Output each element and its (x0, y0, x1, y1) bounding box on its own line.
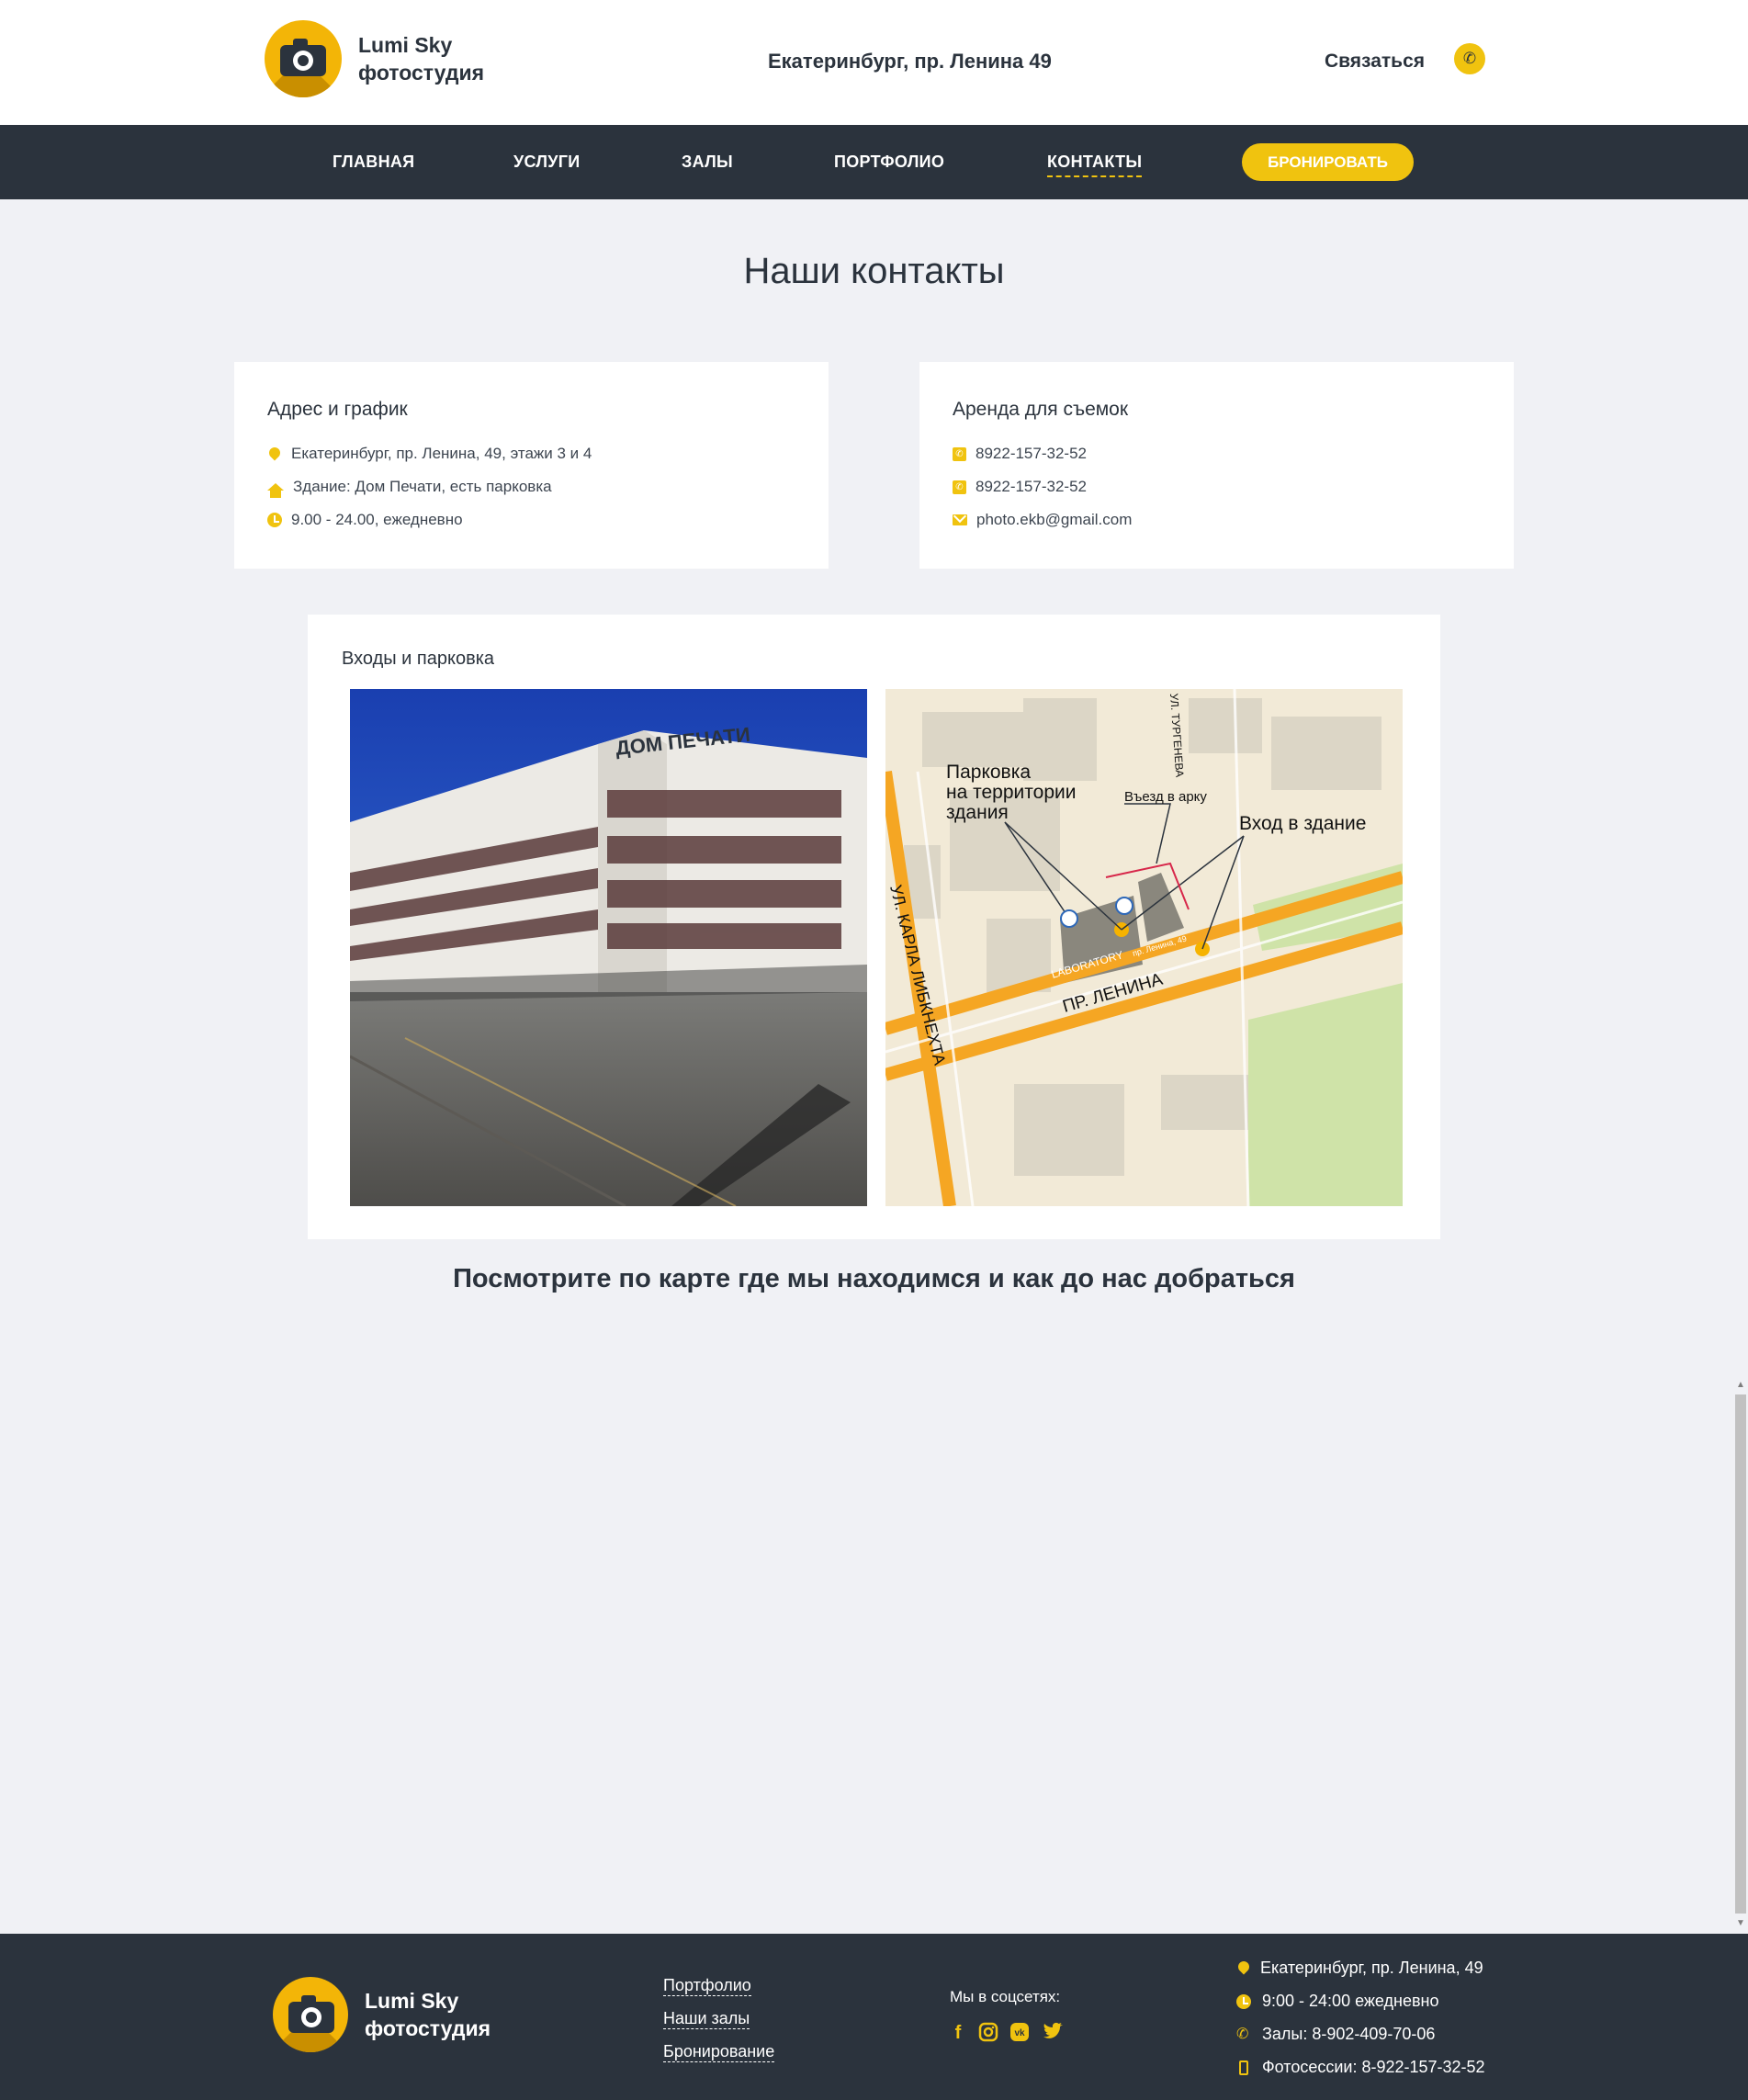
camera-logo-icon (265, 20, 342, 97)
address-row: Екатеринбург, пр. Ленина, 49, этажи 3 и … (266, 445, 592, 463)
building-row: Здание: Дом Печати, есть парковка (267, 478, 552, 498)
map-entrance-label: Вход в здание (1239, 813, 1366, 834)
logo-title: Lumi Sky (358, 33, 453, 57)
rent-email-row[interactable]: photo.ekb@gmail.com (953, 511, 1132, 529)
map-parking-label-1: Парковка (946, 762, 1031, 783)
entrances-title: Входы и парковка (342, 649, 495, 669)
footer-logo-title: Lumi Sky (365, 1989, 459, 2013)
map-arch-label: Въезд в арку (1124, 789, 1207, 805)
site-footer: Lumi Sky фотостудия Портфолио Наши залы … (0, 1934, 1748, 2100)
camera-logo-icon (273, 1977, 348, 2052)
map-pin-icon (1235, 1959, 1252, 1975)
nav-item-contacts[interactable]: КОНТАКТЫ (1047, 152, 1143, 177)
parking-map: Парковка на территории здания Въезд в ар… (885, 689, 1403, 1206)
site-header: Lumi Sky фотостудия Екатеринбург, пр. Ле… (0, 0, 1748, 125)
facebook-icon[interactable]: f (947, 2022, 969, 2044)
address-card: Адрес и график Екатеринбург, пр. Ленина,… (234, 362, 829, 569)
rent-card-title: Аренда для съемок (953, 399, 1129, 420)
book-button[interactable]: БРОНИРОВАТЬ (1242, 143, 1414, 181)
phone-icon: ✆ (953, 480, 966, 494)
footer-link-booking[interactable]: Бронирование (663, 2041, 775, 2062)
header-address: Екатеринбург, пр. Ленина 49 (768, 50, 1052, 73)
main-nav: ГЛАВНАЯ УСЛУГИ ЗАЛЫ ПОРТФОЛИО КОНТАКТЫ Б… (0, 125, 1748, 199)
nav-item-services[interactable]: УСЛУГИ (513, 152, 581, 172)
map-heading: Посмотрите по карте где мы находимся и к… (453, 1264, 1295, 1293)
mobile-icon (1239, 2060, 1248, 2075)
nav-item-halls[interactable]: ЗАЛЫ (682, 152, 733, 172)
logo-subtitle: фотостудия (358, 61, 485, 85)
footer-photo-phone[interactable]: Фотосессии: 8-922-157-32-52 (1236, 2058, 1485, 2077)
rent-phone-row[interactable]: ✆ 8922-157-32-52 (953, 445, 1087, 463)
rent-card: Аренда для съемок ✆ 8922-157-32-52 ✆ 892… (919, 362, 1514, 569)
footer-address: Екатеринбург, пр. Ленина, 49 (1235, 1959, 1483, 1978)
twitter-icon[interactable] (1042, 2022, 1064, 2044)
footer-logo[interactable]: Lumi Sky фотостудия (273, 1977, 491, 2052)
address-card-title: Адрес и график (267, 399, 408, 420)
home-icon (267, 483, 284, 498)
footer-hours: 9:00 - 24:00 ежедневно (1236, 1992, 1439, 2011)
map-pin-icon (266, 445, 283, 460)
scroll-down-icon[interactable]: ▼ (1735, 1918, 1746, 1929)
map-parking-label-3: здания (946, 802, 1009, 823)
scroll-up-icon[interactable]: ▲ (1735, 1380, 1746, 1391)
schedule-row: 9.00 - 24.00, ежедневно (267, 511, 463, 529)
footer-link-portfolio[interactable]: Портфолио (663, 1975, 751, 1996)
map-parking-label-2: на территории (946, 782, 1076, 803)
vk-icon[interactable]: vk (1009, 2022, 1031, 2044)
clock-icon (267, 513, 282, 527)
rent-phone-row-2[interactable]: ✆ 8922-157-32-52 (953, 478, 1087, 496)
footer-halls-phone[interactable]: ✆ Залы: 8-902-409-70-06 (1236, 2025, 1435, 2044)
footer-link-halls[interactable]: Наши залы (663, 2008, 750, 2029)
phone-icon: ✆ (953, 446, 966, 461)
nav-item-portfolio[interactable]: ПОРТФОЛИО (834, 152, 944, 172)
page-title: Наши контакты (743, 251, 1005, 291)
mail-icon (953, 514, 967, 525)
svg-text:vk: vk (1014, 2028, 1025, 2038)
phone-icon: ✆ (1236, 2026, 1249, 2042)
scrollbar-thumb[interactable] (1735, 1394, 1746, 1914)
phone-icon[interactable]: ✆ (1454, 43, 1485, 74)
nav-item-home[interactable]: ГЛАВНАЯ (333, 152, 414, 172)
instagram-icon[interactable] (977, 2022, 999, 2044)
clock-icon (1236, 1993, 1251, 2009)
logo[interactable]: Lumi Sky фотостудия (265, 20, 484, 97)
contact-link[interactable]: Связаться (1325, 51, 1425, 73)
social-label: Мы в соцсетях: (950, 1988, 1061, 2005)
building-photo: ДОМ ПЕЧАТИ (350, 689, 867, 1206)
footer-logo-subtitle: фотостудия (365, 2016, 491, 2040)
